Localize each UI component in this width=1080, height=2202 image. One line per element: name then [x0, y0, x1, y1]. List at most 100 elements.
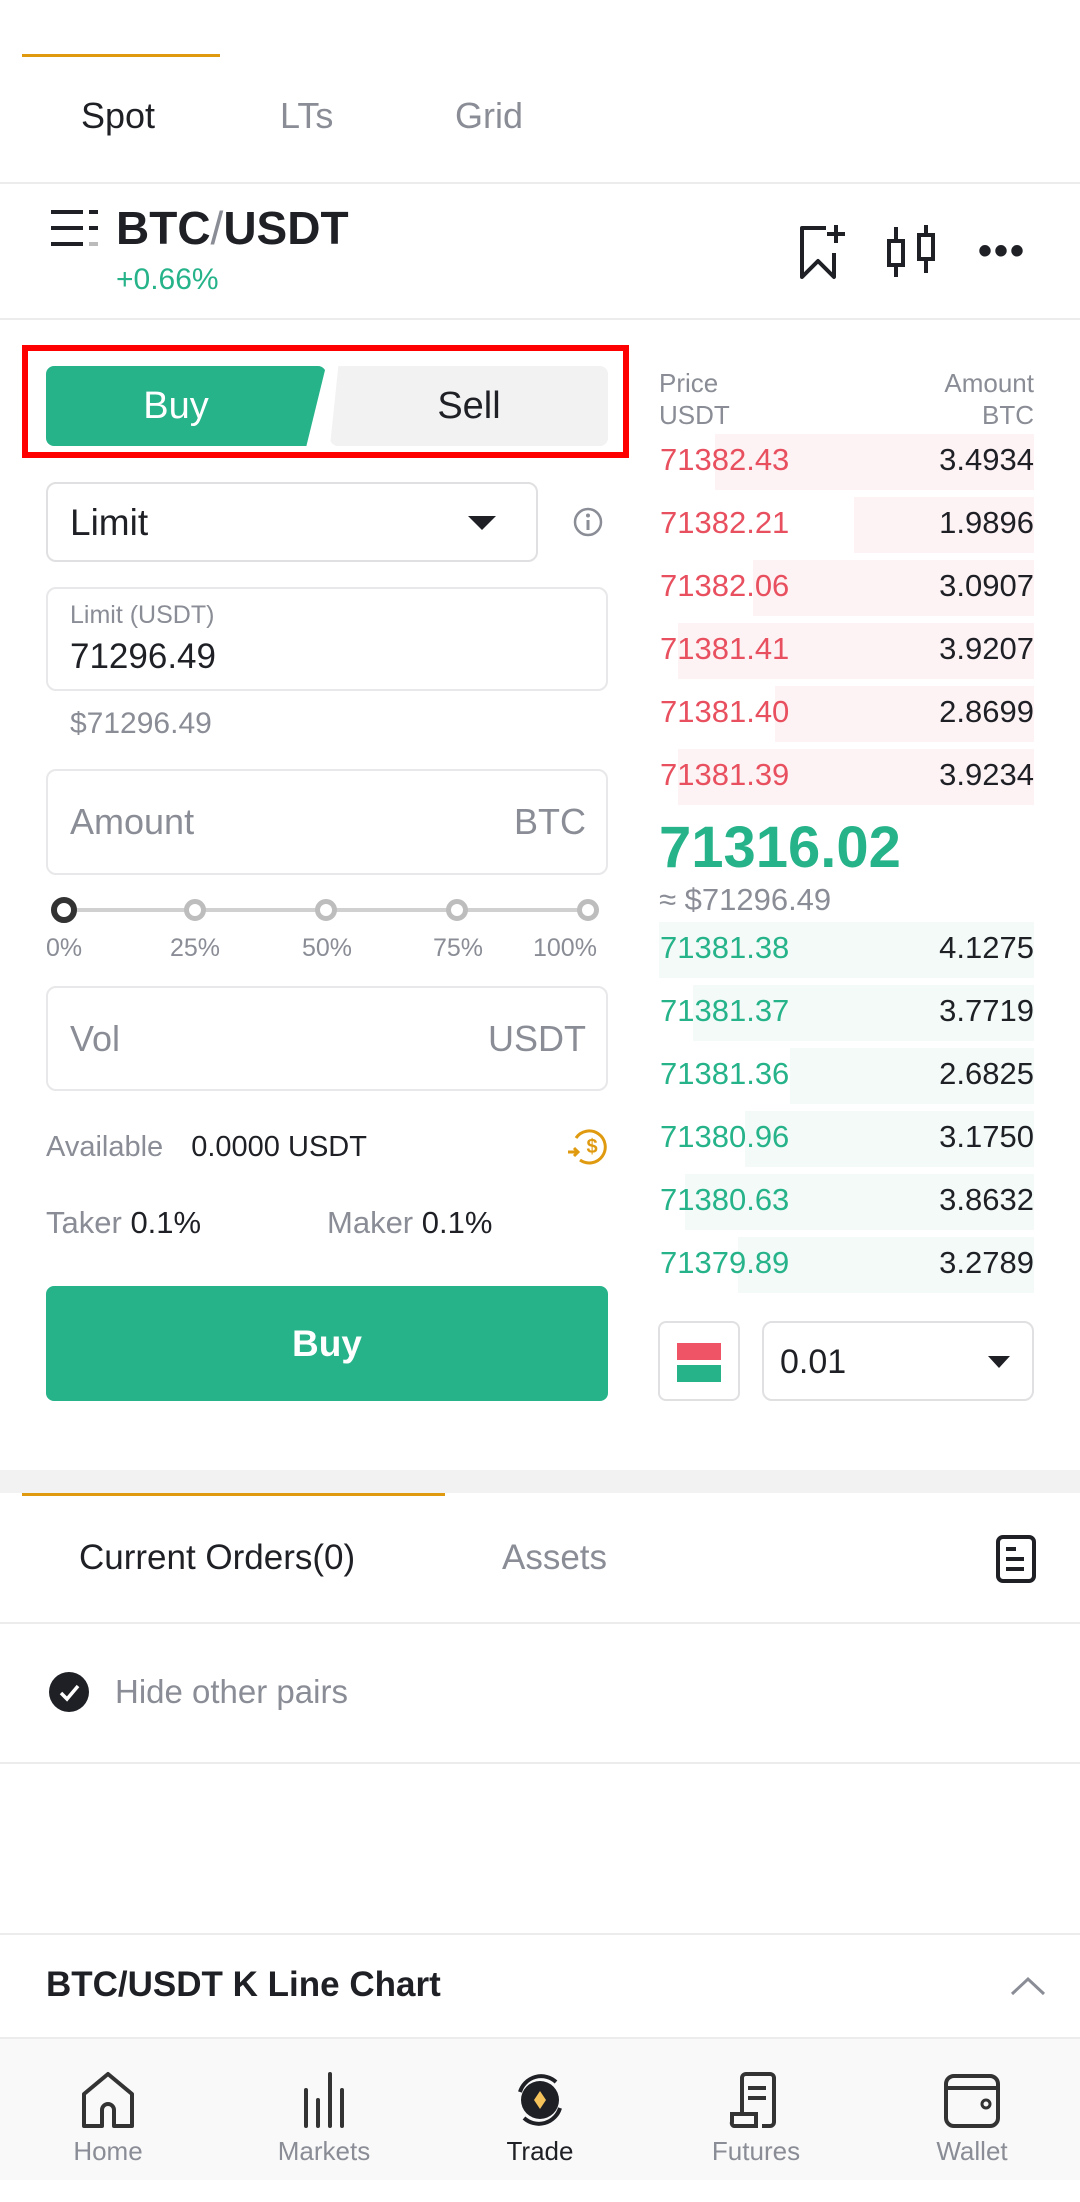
tab-grid[interactable]: Grid [455, 95, 523, 137]
ask-row[interactable]: 71382.43 3.4934 [659, 434, 1034, 490]
ask-row[interactable]: 71381.39 3.9234 [659, 749, 1034, 805]
pair-change: +0.66% [116, 263, 219, 296]
sell-depth-swatch [677, 1343, 721, 1360]
sell-tab-label: Sell [437, 385, 501, 427]
tab-spot[interactable]: Spot [81, 95, 155, 137]
limit-price-usd: $71296.49 [70, 707, 212, 740]
nav-futures[interactable]: Futures [648, 2070, 864, 2167]
nav-trade-label: Trade [506, 2136, 574, 2166]
slider-stop-100[interactable] [577, 899, 599, 921]
bookmark-add-icon[interactable] [798, 223, 848, 281]
transfer-dollar-icon[interactable]: $ [566, 1126, 608, 1166]
depth-view-toggle[interactable] [658, 1321, 740, 1401]
hide-other-pairs-label[interactable]: Hide other pairs [115, 1673, 348, 1711]
ask-price: 71381.39 [660, 757, 790, 792]
slider-label-50: 50% [302, 934, 353, 962]
price-unit: USDT [659, 400, 730, 430]
divider [0, 1762, 1080, 1764]
vol-input[interactable]: Vol USDT [46, 986, 608, 1091]
menu-icon[interactable] [51, 208, 101, 248]
ask-price: 71381.41 [660, 631, 790, 666]
nav-home[interactable]: Home [0, 2070, 216, 2167]
slider-label-25: 25% [170, 934, 221, 962]
tab-current-orders[interactable]: Current Orders(0) [79, 1538, 355, 1578]
slider-stop-25[interactable] [184, 899, 206, 921]
amount-header: Amount [944, 368, 1034, 398]
slider-stop-75[interactable] [446, 899, 468, 921]
vol-unit: USDT [488, 1018, 586, 1059]
slider-knob-0[interactable] [51, 897, 77, 923]
ask-amount: 3.9207 [939, 631, 1034, 666]
bid-row[interactable]: 71381.37 3.7719 [659, 985, 1034, 1041]
ask-row[interactable]: 71382.06 3.0907 [659, 560, 1034, 616]
order-type-dropdown[interactable]: Limit [46, 482, 538, 562]
amount-unit-header: BTC [982, 400, 1034, 430]
check-icon [59, 1684, 80, 1702]
info-icon[interactable] [572, 506, 604, 538]
tab-lts[interactable]: LTs [280, 95, 333, 137]
buy-button[interactable]: Buy [46, 1286, 608, 1401]
ask-row[interactable]: 71381.41 3.9207 [659, 623, 1034, 679]
precision-dropdown[interactable]: 0.01 [762, 1321, 1034, 1401]
bid-price: 71381.36 [660, 1056, 790, 1091]
amount-placeholder: Amount [70, 801, 195, 842]
orderbook-price-header: Price USDT [659, 367, 730, 431]
bid-row[interactable]: 71381.38 4.1275 [659, 922, 1034, 978]
maker-label: Maker [327, 1205, 414, 1240]
bid-amount: 3.7719 [939, 993, 1034, 1028]
taker-value: 0.1% [130, 1205, 202, 1240]
chevron-up-icon[interactable] [1008, 1974, 1048, 1998]
ask-row[interactable]: 71382.21 1.9896 [659, 497, 1034, 553]
nav-markets-label: Markets [277, 2136, 371, 2166]
ask-amount: 3.4934 [939, 442, 1034, 477]
bid-row[interactable]: 71379.89 3.2789 [659, 1237, 1034, 1293]
amount-input[interactable]: Amount BTC [46, 769, 608, 875]
order-history-icon[interactable] [996, 1535, 1036, 1583]
slider-stop-50[interactable] [315, 899, 337, 921]
home-icon [82, 2072, 134, 2128]
taker-label: Taker [46, 1205, 122, 1240]
available-row: Available 0.0000 USDT [46, 1131, 367, 1164]
bid-row[interactable]: 71380.96 3.1750 [659, 1111, 1034, 1167]
buy-tab[interactable]: Buy [46, 366, 326, 446]
divider [0, 1933, 1080, 1935]
hide-other-pairs-checkbox[interactable] [49, 1672, 89, 1712]
pair-base: BTC [116, 202, 211, 254]
available-value: 0.0000 [191, 1131, 280, 1163]
sell-tab[interactable]: Sell [330, 366, 608, 446]
orderbook-amount-header: Amount BTC [944, 367, 1034, 431]
ask-amount: 3.9234 [939, 757, 1034, 792]
ask-row[interactable]: 71381.40 2.8699 [659, 686, 1034, 742]
order-type-value: Limit [70, 502, 149, 543]
bid-amount: 3.8632 [939, 1182, 1034, 1217]
futures-icon [729, 2072, 776, 2128]
bid-row[interactable]: 71381.36 2.6825 [659, 1048, 1034, 1104]
kline-section-title[interactable]: BTC/USDT K Line Chart [46, 1965, 441, 2005]
more-icon[interactable]: ••• [978, 229, 1026, 274]
ask-amount: 2.8699 [939, 694, 1034, 729]
nav-wallet-label: Wallet [936, 2136, 1008, 2166]
maker-fee: Maker 0.1% [327, 1205, 492, 1241]
bid-price: 71380.96 [660, 1119, 790, 1154]
limit-price-value: 71296.49 [70, 637, 216, 676]
bid-row[interactable]: 71380.63 3.8632 [659, 1174, 1034, 1230]
nav-trade[interactable]: Trade [432, 2070, 648, 2167]
slider-label-0: 0% [46, 934, 83, 962]
bid-price: 71379.89 [660, 1245, 790, 1280]
caret-down-icon [468, 516, 496, 530]
pair-title[interactable]: BTC/USDT [116, 201, 349, 255]
nav-markets[interactable]: Markets [216, 2070, 432, 2167]
tab-assets[interactable]: Assets [502, 1538, 607, 1578]
ask-price: 71382.21 [660, 505, 790, 540]
slider-label-100: 100% [533, 934, 597, 962]
limit-price-input[interactable]: Limit (USDT) 71296.49 [46, 587, 608, 691]
price-header: Price [659, 368, 719, 398]
candlestick-icon[interactable] [884, 223, 940, 281]
nav-wallet[interactable]: Wallet [864, 2070, 1080, 2167]
divider [0, 182, 1080, 184]
ask-amount: 1.9896 [939, 505, 1034, 540]
limit-price-label: Limit (USDT) [70, 601, 215, 629]
available-unit: USDT [288, 1131, 367, 1163]
last-price: 71316.02 [659, 815, 901, 880]
bid-amount: 2.6825 [939, 1056, 1034, 1091]
